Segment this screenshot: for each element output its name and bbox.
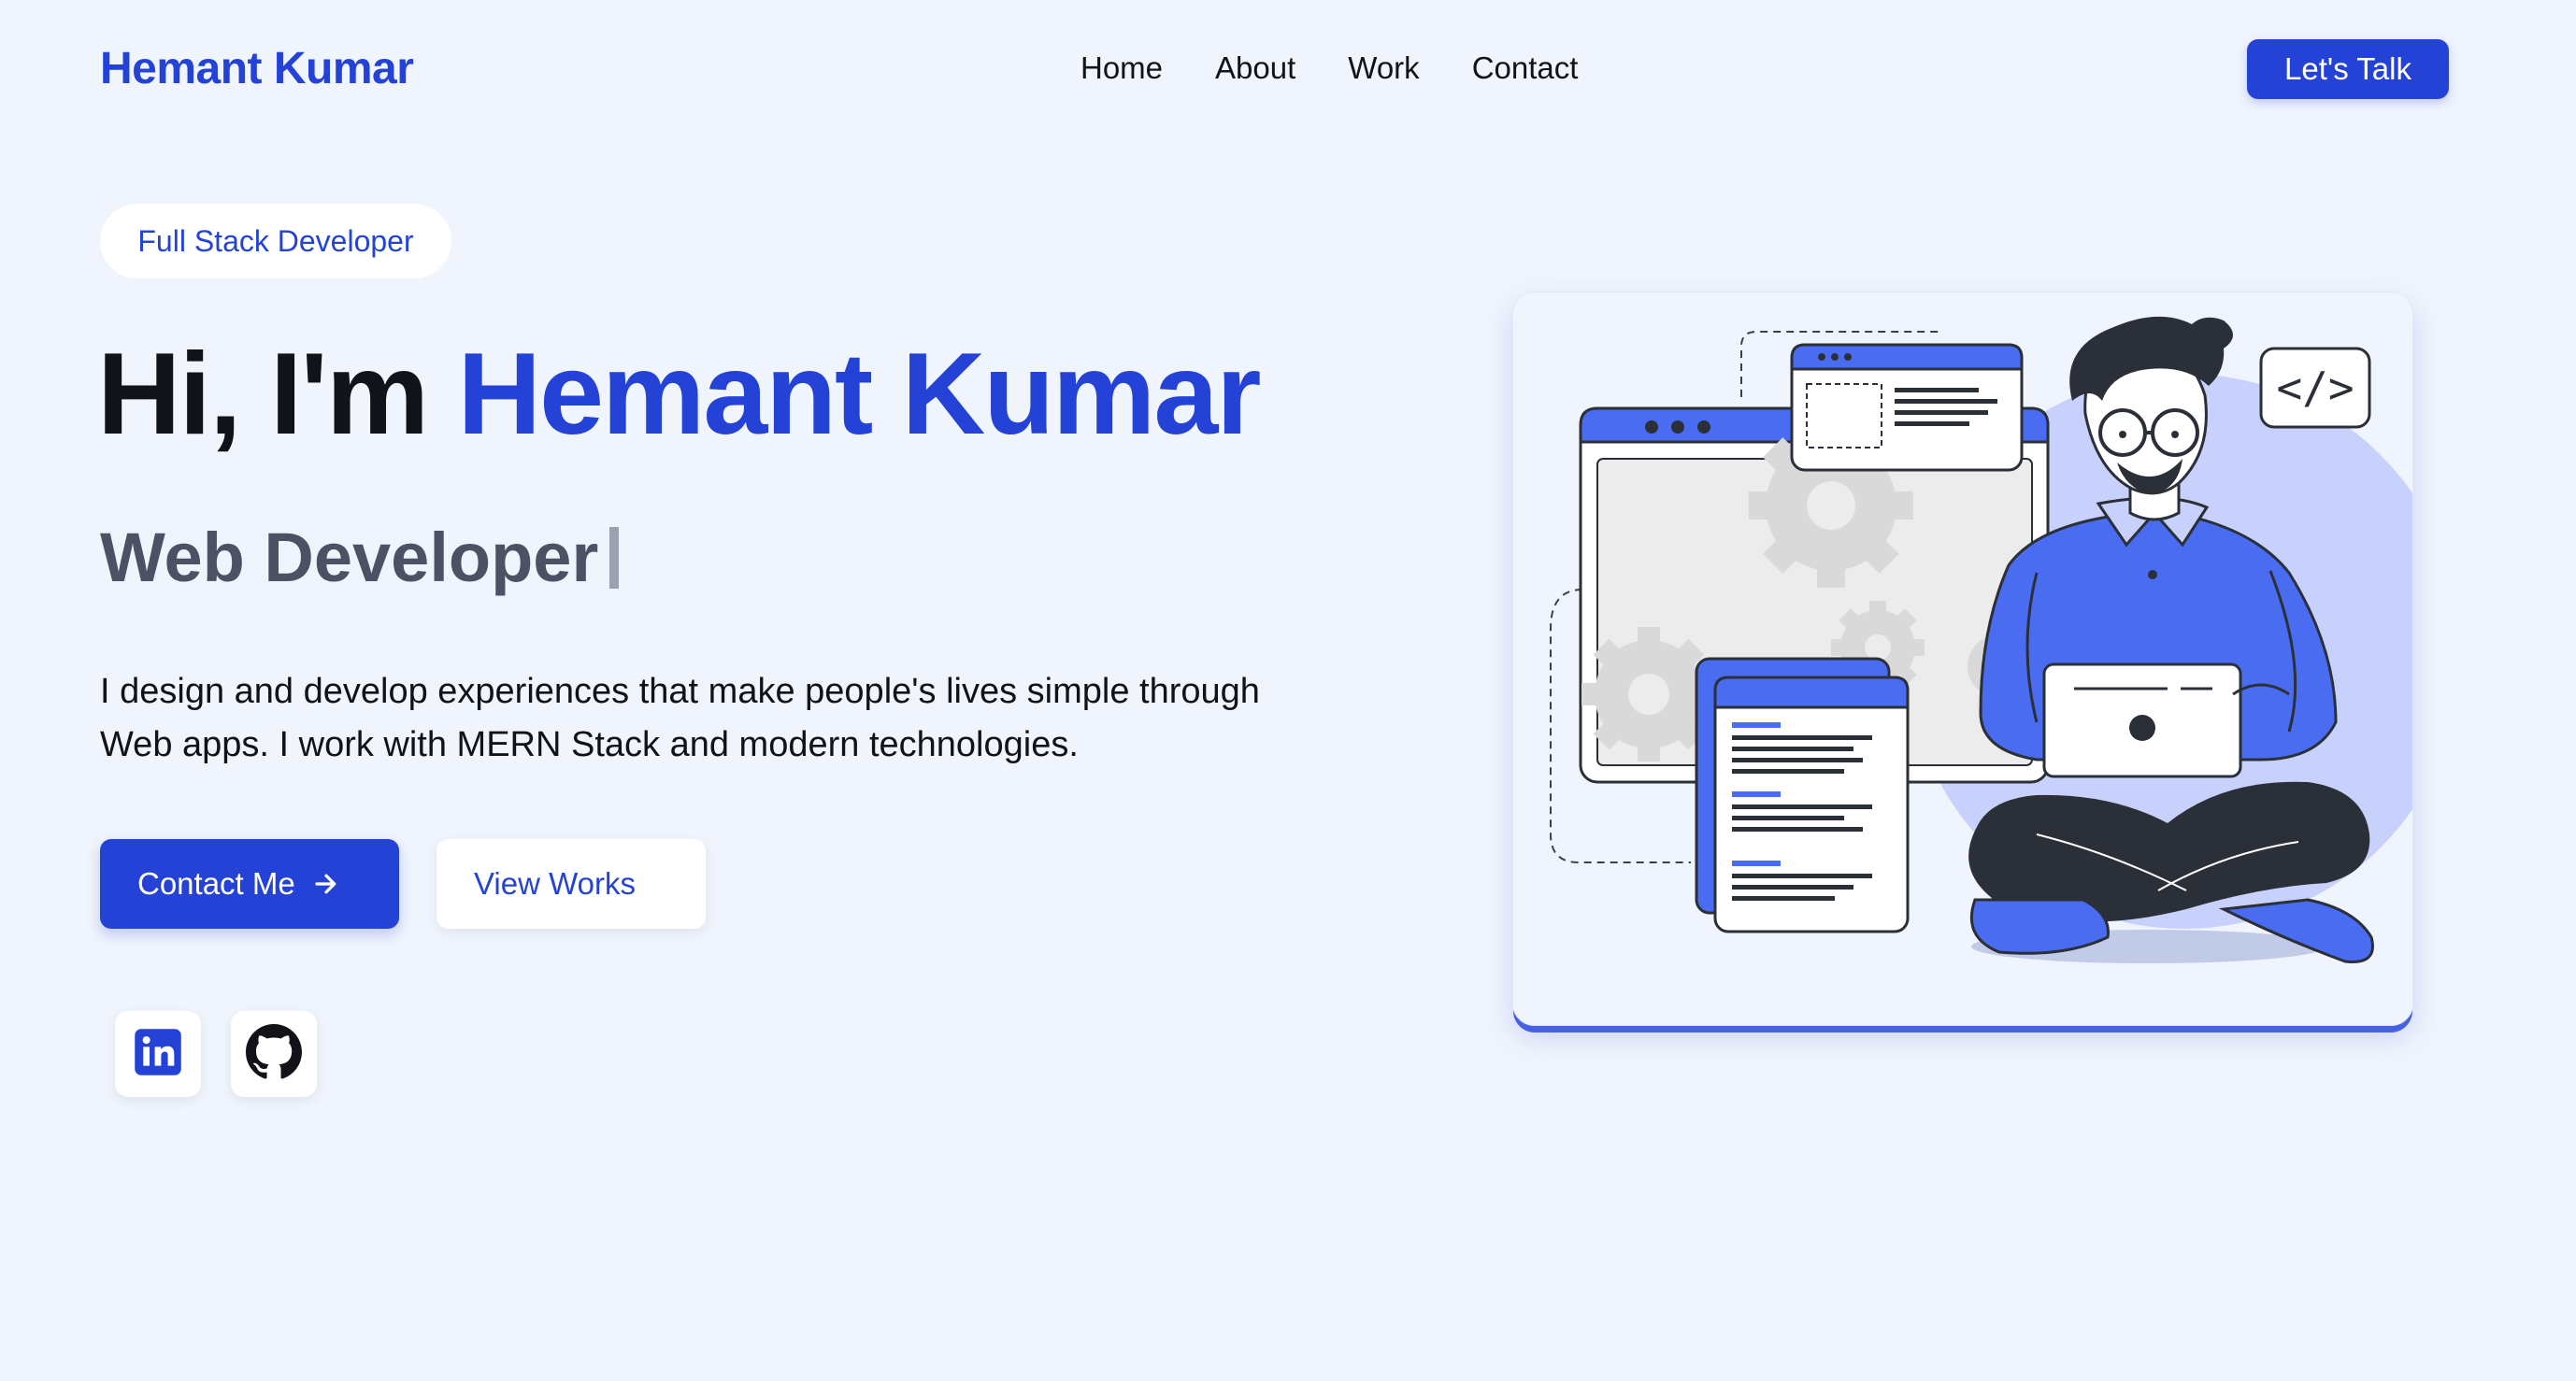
hero-greeting: Hi, I'm — [97, 330, 458, 459]
github-link[interactable] — [231, 1011, 317, 1097]
developer-illustration: </> — [1550, 316, 2412, 963]
linkedin-link[interactable] — [115, 1011, 201, 1097]
hero-name: Hemant Kumar — [457, 330, 1262, 459]
typed-role-text: Web Developer — [100, 519, 599, 596]
typed-role: Web Developer — [100, 523, 620, 592]
role-badge: Full Stack Developer — [100, 204, 451, 278]
lets-talk-button[interactable]: Let's Talk — [2247, 39, 2449, 99]
nav-link-work[interactable]: Work — [1348, 50, 1419, 86]
contact-me-label: Contact Me — [137, 866, 295, 901]
linkedin-icon — [133, 1027, 183, 1082]
arrow-right-icon — [312, 870, 340, 898]
nav-link-home[interactable]: Home — [1080, 50, 1163, 86]
contact-me-button[interactable]: Contact Me — [100, 839, 399, 929]
hero-heading: Hi, I'm Hemant Kumar — [97, 336, 1262, 452]
nav-link-contact[interactable]: Contact — [1472, 50, 1579, 86]
hero-description: I design and develop experiences that ma… — [100, 672, 1260, 764]
site-logo[interactable]: Hemant Kumar — [100, 43, 414, 94]
nav-menu: Home About Work Contact — [1080, 50, 1578, 86]
top-navbar: Hemant Kumar Home About Work Contact Let… — [0, 0, 2576, 140]
github-icon — [246, 1023, 302, 1085]
view-works-button[interactable]: View Works — [436, 839, 706, 929]
typing-cursor — [609, 527, 620, 589]
code-tag-icon: </> — [2276, 363, 2354, 413]
hero-illustration-card: </> — [1512, 292, 2413, 1026]
nav-link-about[interactable]: About — [1215, 50, 1295, 86]
